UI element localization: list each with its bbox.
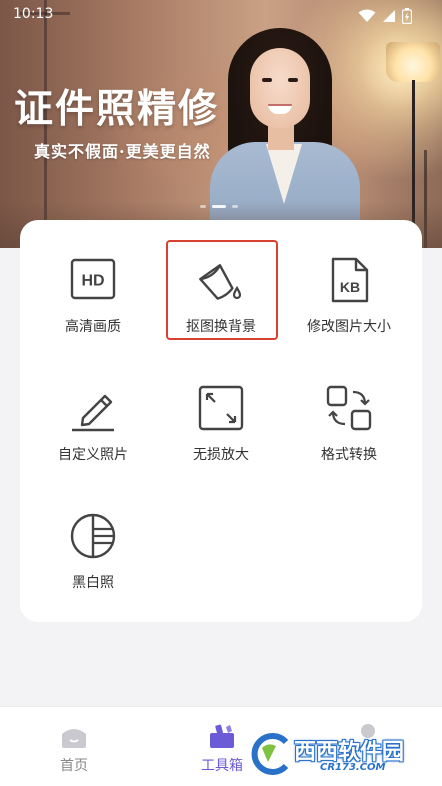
tool-label: 黑白照 — [72, 575, 114, 591]
battery-icon — [402, 8, 412, 24]
site-watermark: 西西软件园 CR173.COM — [246, 730, 426, 778]
nav-home[interactable]: 首页 — [34, 723, 114, 775]
tool-black-white[interactable]: 黑白照 — [28, 512, 158, 622]
tool-label: 抠图换背景 — [186, 319, 256, 335]
tool-label: 自定义照片 — [58, 447, 128, 463]
kb-file-icon: KB — [331, 257, 369, 303]
nav-label: 首页 — [60, 758, 88, 774]
hero-banner[interactable]: 证件照精修 真实不假面·更美更自然 — [0, 0, 442, 248]
bw-circle-icon — [70, 513, 116, 559]
carousel-indicator — [200, 205, 238, 208]
app-screen: 证件照精修 真实不假面·更美更自然 10:13 HD 高清画质 抠图换背景 KB… — [0, 0, 442, 786]
carousel-dot-active[interactable] — [212, 205, 226, 208]
banner-subtitle: 真实不假面·更美更自然 — [34, 142, 211, 161]
tool-label: 高清画质 — [65, 319, 121, 335]
watermark-url: CR173.COM — [320, 762, 386, 773]
tool-hd-quality[interactable]: HD 高清画质 — [28, 256, 158, 366]
carousel-dot[interactable] — [232, 205, 238, 208]
tool-lossless-upscale[interactable]: 无损放大 — [156, 384, 286, 494]
paint-bucket-icon — [199, 264, 242, 300]
tool-label: 格式转换 — [321, 447, 377, 463]
home-icon — [62, 729, 86, 748]
convert-icon — [326, 385, 372, 431]
pencil-icon — [72, 394, 114, 432]
svg-text:KB: KB — [340, 279, 360, 295]
svg-text:HD: HD — [81, 273, 104, 290]
tool-custom-photo[interactable]: 自定义照片 — [28, 384, 158, 494]
tool-label: 无损放大 — [193, 447, 249, 463]
toolbox-icon — [210, 724, 234, 748]
watermark-logo-icon — [249, 732, 290, 776]
tool-format-convert[interactable]: 格式转换 — [284, 384, 414, 494]
tools-card: HD 高清画质 抠图换背景 KB 修改图片大小 自定义照片 无损放大 格式转换 … — [20, 220, 422, 622]
expand-icon — [198, 385, 244, 431]
carousel-dot[interactable] — [200, 205, 206, 208]
tool-resize-image[interactable]: KB 修改图片大小 — [284, 256, 414, 366]
banner-title: 证件照精修 — [14, 86, 220, 132]
signal-icon — [383, 10, 395, 22]
status-time: 10:13 — [13, 6, 54, 22]
hd-icon: HD — [70, 258, 116, 300]
tool-label: 修改图片大小 — [307, 319, 391, 335]
studio-lamp — [386, 42, 440, 82]
nav-label: 工具箱 — [201, 758, 243, 774]
tool-cutout-background[interactable]: 抠图换背景 — [156, 240, 286, 366]
wifi-icon — [358, 9, 376, 22]
status-bar: 10:13 — [0, 0, 442, 30]
